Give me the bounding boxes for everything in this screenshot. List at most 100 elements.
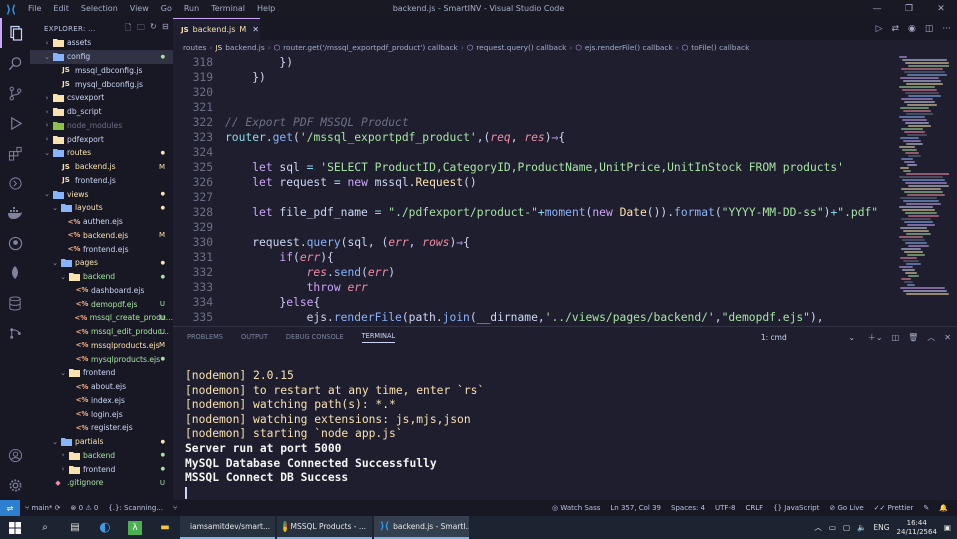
database-icon[interactable] <box>0 288 30 318</box>
mongodb-leaf-icon[interactable] <box>0 258 30 288</box>
taskbar-app-vscode[interactable]: ⟩⟨ backend.js - SmartI... <box>374 516 469 539</box>
taskbar-app-chrome-mssql[interactable]: MSSQL Products - ... <box>277 516 372 539</box>
breadcrumb-item[interactable]: backend.js <box>225 43 264 52</box>
tree-folder[interactable]: › frontend ● <box>30 462 173 476</box>
minimize-icon[interactable]: — <box>861 0 893 18</box>
run-debug-icon[interactable] <box>0 108 30 138</box>
notifications-icon[interactable]: 🔔 <box>934 504 953 512</box>
language-status[interactable]: {} JavaScript <box>768 504 824 512</box>
tree-file[interactable]: <% about.ejs <box>30 380 173 394</box>
feedback-icon[interactable]: ✎ <box>918 504 934 512</box>
tree-folder[interactable]: ⌄ config ● <box>30 49 173 64</box>
remote-explorer-icon[interactable] <box>0 168 30 198</box>
more-actions-icon[interactable]: ··· <box>942 24 951 34</box>
source-control-icon[interactable] <box>0 78 30 108</box>
tree-folder[interactable]: ⌄ layouts ● <box>30 201 173 215</box>
tab-backend-js[interactable]: JS backend.js M ✕ <box>173 18 260 40</box>
explorer-icon[interactable] <box>0 18 30 48</box>
input-language[interactable]: ENG <box>873 523 889 532</box>
menu-help[interactable]: Help <box>251 0 281 18</box>
tree-file[interactable]: ◆ .gitignore U <box>30 476 173 490</box>
prettier-status[interactable]: ✓✓ Prettier <box>869 504 919 512</box>
action-center-icon[interactable]: ▣ <box>944 523 951 532</box>
encoding-status[interactable]: UTF-8 <box>710 504 740 512</box>
clock[interactable]: 16:44 24/11/2564 <box>897 519 937 537</box>
open-changes-icon[interactable]: ◉ <box>908 24 916 34</box>
breadcrumb-item[interactable]: toFile() callback <box>691 43 749 52</box>
task-view-icon[interactable]: ▤ <box>60 516 90 539</box>
new-folder-icon[interactable]: 🗀 <box>137 22 145 36</box>
tree-file[interactable]: JS mysql_dbconfig.js <box>30 77 173 91</box>
eol-status[interactable]: CRLF <box>740 504 768 512</box>
refresh-icon[interactable]: ↻ <box>150 22 157 36</box>
tree-folder[interactable]: › backend ● <box>30 449 173 463</box>
tree-file[interactable]: <% mssql_edit_produc... U <box>30 325 173 339</box>
search-icon[interactable] <box>0 48 30 78</box>
branch-status[interactable]: ⑂ main* ⟳ <box>20 504 66 512</box>
tree-file[interactable]: <% register.ejs <box>30 421 173 435</box>
tab-close-icon[interactable]: ✕ <box>252 25 259 34</box>
menu-file[interactable]: File <box>22 0 47 18</box>
settings-gear-icon[interactable] <box>0 470 30 500</box>
extensions-icon[interactable] <box>0 138 30 168</box>
terminal-select[interactable]: 1: cmd ⌄ <box>757 330 859 344</box>
menu-run[interactable]: Run <box>178 0 205 18</box>
tree-file[interactable]: <% index.ejs <box>30 394 173 408</box>
remote-indicator-icon[interactable]: ⇌ <box>0 500 20 516</box>
tree-file[interactable]: JS backend.js M <box>30 160 173 174</box>
breadcrumb-item[interactable]: request.query() callback <box>476 43 566 52</box>
git-graph-icon[interactable] <box>0 318 30 348</box>
taskbar-app-chrome-github[interactable]: iamsamitdev/smart... <box>180 516 275 539</box>
camtasia-icon[interactable]: λ <box>120 516 150 539</box>
new-terminal-icon[interactable]: ＋⌄ <box>868 332 883 343</box>
github-icon[interactable] <box>0 228 30 258</box>
tree-folder[interactable]: › node_modules <box>30 119 173 133</box>
tree-folder[interactable]: ⌄ views ● <box>30 187 173 201</box>
scanning-status[interactable]: {.}: Scanning... <box>103 504 168 512</box>
menu-edit[interactable]: Edit <box>47 0 75 18</box>
new-file-icon[interactable]: 🗋 <box>125 22 132 36</box>
watch-sass-status[interactable]: ◎ Watch Sass <box>547 504 605 512</box>
code-editor[interactable]: 318 }) 319 }) 320 321 322// Export PDF MSSQL… <box>173 55 899 326</box>
tree-file[interactable]: <% mssqlproducts.ejs M <box>30 339 173 353</box>
tree-folder[interactable]: › db_script <box>30 105 173 119</box>
tree-file[interactable]: <% login.ejs <box>30 407 173 421</box>
restore-icon[interactable]: ❐ <box>893 0 925 18</box>
collapse-all-icon[interactable]: ⊟ <box>162 22 169 36</box>
problems-status[interactable]: ⊗ 0 ⚠ 0 <box>66 504 104 512</box>
close-panel-icon[interactable]: ✕ <box>944 333 951 342</box>
sync-icon[interactable]: ⑂ <box>168 504 182 512</box>
tree-folder[interactable]: › pdfexport <box>30 132 173 146</box>
run-file-icon[interactable]: ▷ <box>876 24 883 34</box>
network-icon[interactable]: ▢ <box>843 523 850 532</box>
tree-folder[interactable]: ⌄ frontend <box>30 366 173 380</box>
maximize-panel-icon[interactable]: ︿ <box>927 332 935 343</box>
taskbar-search-icon[interactable]: ⌕ <box>30 516 60 539</box>
tree-file[interactable]: <% dashboard.ejs <box>30 284 173 298</box>
tab-problems[interactable]: PROBLEMS <box>187 333 223 341</box>
tree-file[interactable]: <% authen.ejs <box>30 215 173 229</box>
tab-terminal[interactable]: TERMINAL <box>361 332 396 343</box>
tree-folder[interactable]: ⌄ routes ● <box>30 146 173 160</box>
tree-file[interactable]: <% frontend.ejs <box>30 242 173 256</box>
go-live-status[interactable]: ⊘ Go Live <box>824 504 868 512</box>
file-explorer-icon[interactable]: ▬ <box>150 516 180 539</box>
breadcrumb-item[interactable]: routes <box>183 43 206 52</box>
volume-icon[interactable]: 🔈 <box>857 523 866 532</box>
cursor-position[interactable]: Ln 357, Col 39 <box>605 504 666 512</box>
tree-file[interactable]: <% backend.ejs M <box>30 229 173 243</box>
trash-icon[interactable]: 🗑 <box>908 333 918 342</box>
menu-go[interactable]: Go <box>155 0 178 18</box>
tree-file[interactable]: <% demopdf.ejs U <box>30 297 173 311</box>
tree-file[interactable]: <% mssql_create_produ... U <box>30 311 173 325</box>
tab-debug-console[interactable]: DEBUG CONSOLE <box>286 333 344 341</box>
tree-file[interactable]: <% mysqlproducts.ejs ● <box>30 352 173 366</box>
indentation-status[interactable]: Spaces: 4 <box>666 504 710 512</box>
tab-output[interactable]: OUTPUT <box>241 333 268 341</box>
tree-file[interactable]: JS frontend.js <box>30 174 173 188</box>
tree-folder[interactable]: › assets <box>30 36 173 50</box>
breadcrumb-item[interactable]: router.get('/mssql_exportpdf_product') c… <box>283 43 458 52</box>
split-terminal-icon[interactable]: ◫ <box>892 333 900 342</box>
docker-icon[interactable] <box>0 198 30 228</box>
close-icon[interactable]: ✕ <box>925 0 957 18</box>
